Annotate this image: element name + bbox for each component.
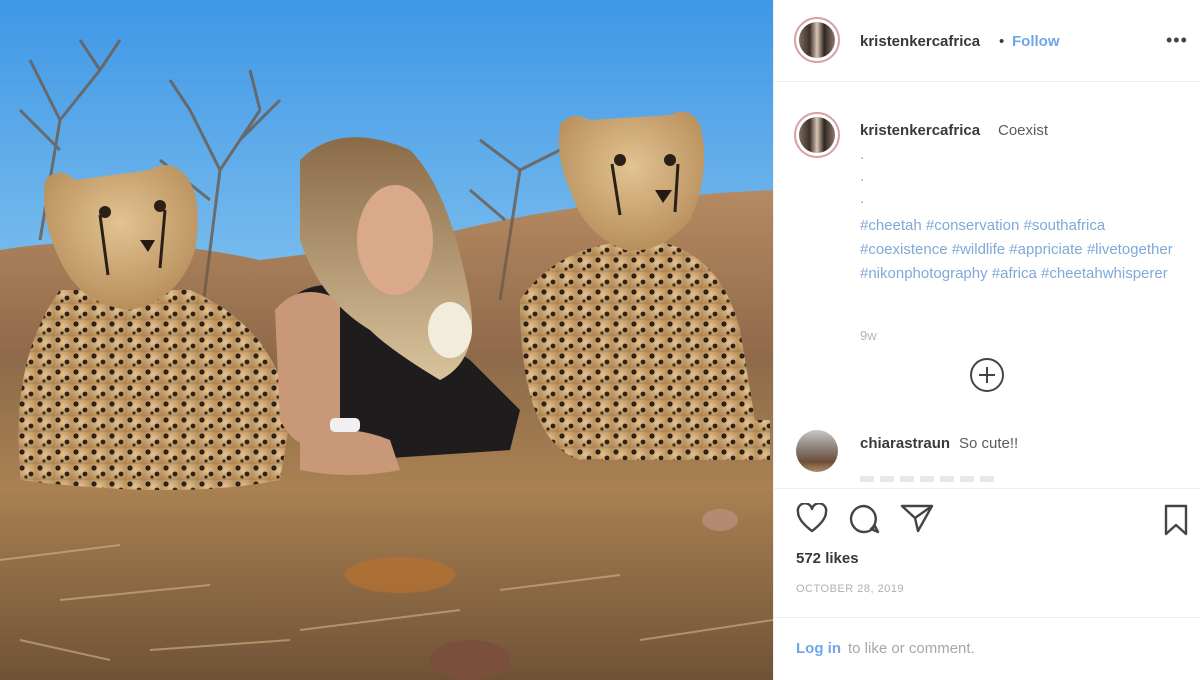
hashtag-link[interactable]: #coexistence	[860, 241, 948, 258]
caption-dot: .	[860, 146, 865, 163]
author-username[interactable]: kristenkercafrica	[860, 33, 980, 50]
login-prompt: Log in to like or comment.	[774, 617, 1200, 680]
caption-avatar[interactable]	[794, 112, 840, 158]
hashtag-link[interactable]: #southafrica	[1023, 217, 1105, 234]
hashtag-link[interactable]: #africa	[992, 265, 1037, 282]
hashtag-link[interactable]: #cheetahwhisperer	[1041, 265, 1168, 282]
share-icon[interactable]	[900, 503, 934, 533]
header-separator: •	[999, 33, 1005, 50]
heart-icon[interactable]	[796, 503, 828, 533]
post-date: OCTOBER 28, 2019	[796, 583, 905, 595]
author-avatar[interactable]	[794, 17, 840, 63]
comment-icon[interactable]	[848, 503, 880, 535]
hashtag-link[interactable]: #wildlife	[952, 241, 1005, 258]
hashtag-link[interactable]: #cheetah	[860, 217, 922, 234]
login-prompt-text: to like or comment.	[848, 640, 975, 657]
post-photo[interactable]	[0, 0, 773, 680]
commenter-avatar[interactable]	[796, 430, 838, 472]
more-options-icon[interactable]: •••	[1166, 30, 1188, 51]
post-side-panel: kristenkercafrica • Follow ••• kristenke…	[773, 0, 1200, 680]
like-count[interactable]: 572 likes	[796, 550, 859, 567]
caption-dot: .	[860, 190, 865, 207]
action-bar: 572 likes OCTOBER 28, 2019 Log in to lik…	[774, 488, 1200, 680]
post-header: kristenkercafrica • Follow •••	[774, 0, 1200, 82]
hashtag-link[interactable]: #nikonphotography	[860, 265, 988, 282]
bookmark-icon[interactable]	[1163, 503, 1189, 537]
hashtag-link[interactable]: #appriciate	[1009, 241, 1082, 258]
load-more-comments-icon[interactable]	[970, 358, 1004, 392]
login-link[interactable]: Log in	[796, 640, 841, 657]
hashtag-link[interactable]: #conservation	[926, 217, 1019, 234]
comment-reply-placeholder	[860, 476, 1000, 482]
caption-text: Coexist	[998, 122, 1049, 139]
comment-text: So cute!!	[959, 435, 1019, 452]
follow-button[interactable]: Follow	[1012, 33, 1060, 50]
commenter-username[interactable]: chiarastraun	[860, 435, 950, 452]
caption-username[interactable]: kristenkercafrica	[860, 122, 980, 139]
hashtag-link[interactable]: #livetogether	[1087, 241, 1173, 258]
caption-dot: .	[860, 168, 865, 185]
hashtag-list: #cheetah #conservation #southafrica #coe…	[860, 214, 1180, 286]
cheetahs-and-woman-photo	[0, 0, 773, 680]
caption-age: 9w	[860, 328, 877, 343]
